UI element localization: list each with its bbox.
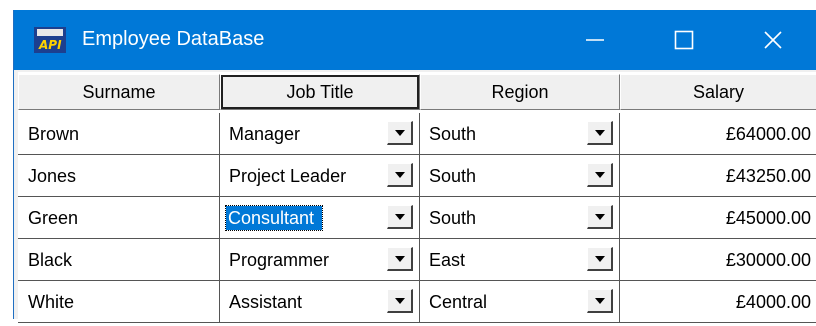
surname-cell[interactable]: Black	[18, 239, 220, 281]
job-title-dropdown-button[interactable]	[387, 247, 413, 271]
salary-cell[interactable]: £45000.00	[620, 197, 816, 239]
region-dropdown-button[interactable]	[587, 289, 613, 313]
job-title-text: Manager	[229, 124, 301, 144]
region-combo[interactable]: South	[420, 113, 620, 155]
job-title-text: Assistant	[229, 292, 303, 312]
table-row: White Assistant Central £4000.00	[18, 281, 816, 323]
surname-cell[interactable]: Green	[18, 197, 220, 239]
region-text: South	[429, 124, 477, 144]
column-header-salary[interactable]: Salary	[620, 74, 816, 110]
surname-text: Brown	[28, 124, 80, 144]
region-dropdown-button[interactable]	[587, 247, 613, 271]
job-title-combo[interactable]: Manager	[220, 113, 420, 155]
region-text: South	[429, 166, 477, 186]
region-combo[interactable]: Central	[420, 281, 620, 323]
salary-text: £30000.00	[725, 250, 811, 270]
employee-database-window: API Employee DataBase Surname Job Title …	[13, 10, 816, 323]
surname-text: White	[28, 292, 75, 312]
job-title-dropdown-button[interactable]	[387, 121, 413, 145]
column-header-region[interactable]: Region	[420, 74, 620, 110]
salary-text: £43250.00	[725, 166, 811, 186]
surname-text: Jones	[28, 166, 77, 186]
job-title-dropdown-button[interactable]	[387, 289, 413, 313]
region-dropdown-button[interactable]	[587, 163, 613, 187]
table-row: Green Consultant South £45000.00	[18, 197, 816, 239]
salary-text: £4000.00	[735, 292, 811, 312]
region-dropdown-button[interactable]	[587, 121, 613, 145]
column-header-surname[interactable]: Surname	[18, 74, 220, 110]
column-header-job-title[interactable]: Job Title	[220, 74, 420, 110]
job-title-text: Programmer	[229, 250, 330, 270]
salary-cell[interactable]: £43250.00	[620, 155, 816, 197]
salary-cell[interactable]: £64000.00	[620, 113, 816, 155]
job-title-dropdown-button[interactable]	[387, 205, 413, 229]
salary-cell[interactable]: £4000.00	[620, 281, 816, 323]
maximize-button[interactable]	[640, 10, 728, 70]
title-bar[interactable]: API Employee DataBase	[14, 10, 816, 70]
job-title-text-selected: Consultant	[224, 205, 324, 231]
close-button[interactable]	[729, 10, 816, 70]
surname-cell[interactable]: Brown	[18, 113, 220, 155]
region-dropdown-button[interactable]	[587, 205, 613, 229]
surname-cell[interactable]: White	[18, 281, 220, 323]
employee-grid: Surname Job Title Region Salary Brown Ma…	[18, 72, 816, 323]
job-title-combo-selected[interactable]: Consultant	[220, 197, 420, 239]
minimize-icon	[586, 39, 604, 41]
salary-text: £64000.00	[725, 124, 811, 144]
region-text: South	[429, 208, 477, 228]
job-title-dropdown-button[interactable]	[387, 163, 413, 187]
table-row: Brown Manager South £64000.00	[18, 113, 816, 155]
svg-text:API: API	[38, 38, 62, 52]
minimize-button[interactable]	[551, 10, 639, 70]
close-icon	[764, 31, 782, 49]
table-row: Black Programmer East £30000.00	[18, 239, 816, 281]
job-title-combo[interactable]: Assistant	[220, 281, 420, 323]
surname-text: Green	[28, 208, 79, 228]
region-combo[interactable]: South	[420, 155, 620, 197]
region-combo[interactable]: East	[420, 239, 620, 281]
salary-text: £45000.00	[725, 208, 811, 228]
maximize-icon	[674, 30, 694, 50]
job-title-combo[interactable]: Project Leader	[220, 155, 420, 197]
region-text: Central	[429, 292, 488, 312]
surname-text: Black	[28, 250, 73, 270]
region-combo[interactable]: South	[420, 197, 620, 239]
table-row: Jones Project Leader South £43250.00	[18, 155, 816, 197]
surname-cell[interactable]: Jones	[18, 155, 220, 197]
app-icon: API	[34, 27, 66, 53]
salary-cell[interactable]: £30000.00	[620, 239, 816, 281]
region-text: East	[429, 250, 466, 270]
job-title-text: Project Leader	[229, 166, 347, 186]
job-title-combo[interactable]: Programmer	[220, 239, 420, 281]
window-title: Employee DataBase	[82, 28, 265, 50]
